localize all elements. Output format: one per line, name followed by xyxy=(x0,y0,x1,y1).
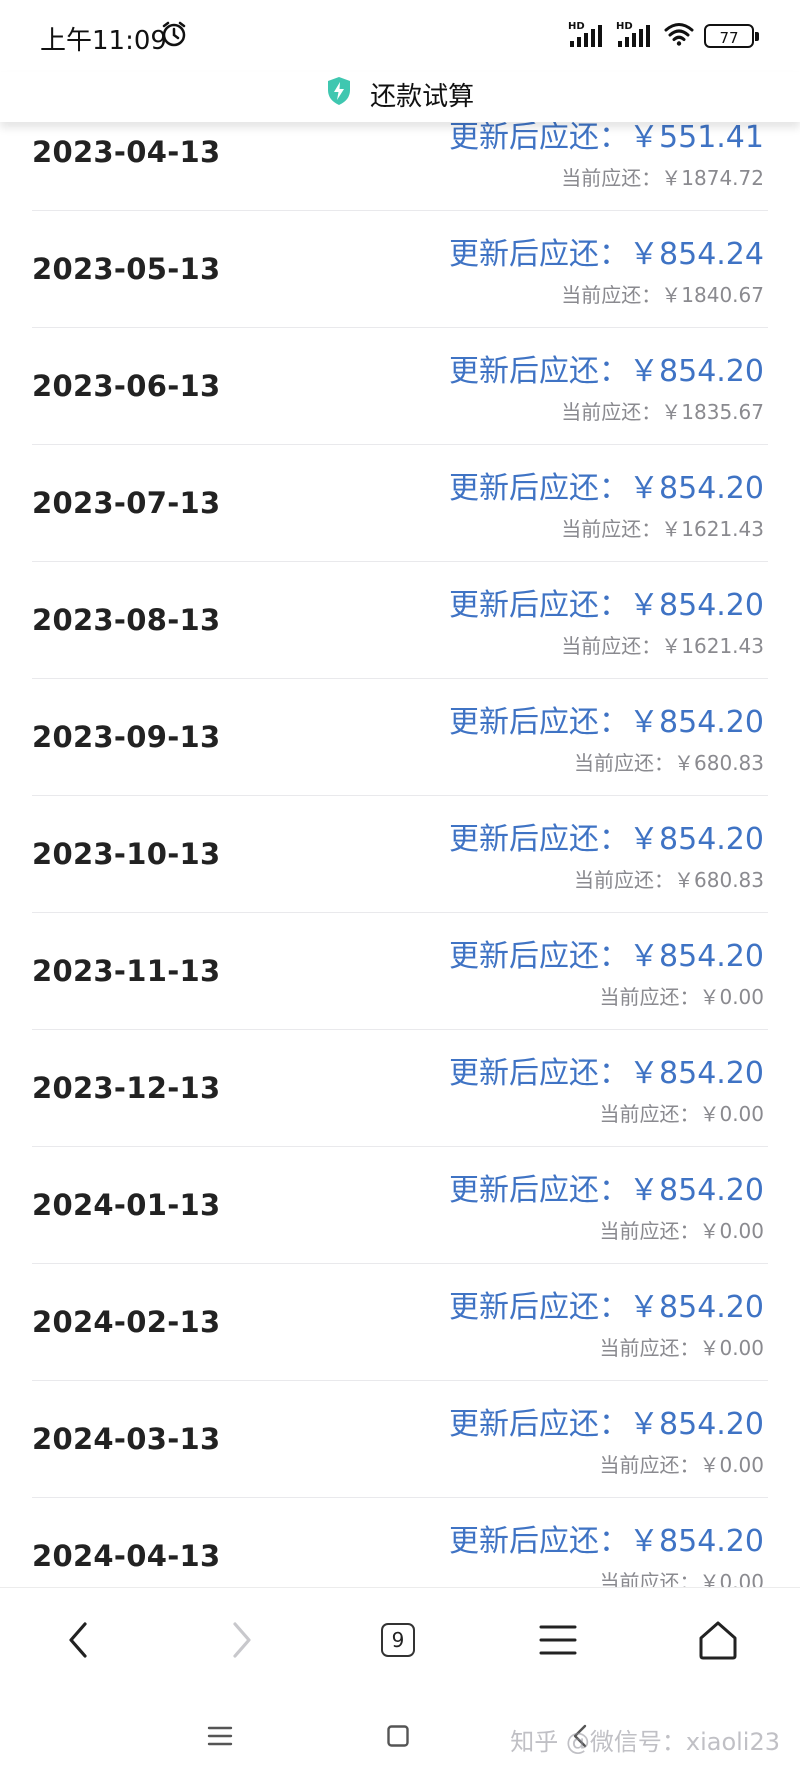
repayment-date: 2023-04-13 xyxy=(32,135,221,169)
home-button[interactable] xyxy=(688,1610,748,1670)
updated-amount: 更新后应还：￥854.20 xyxy=(449,1173,764,1208)
repayment-date: 2023-05-13 xyxy=(32,252,221,286)
battery-indicator: 77 xyxy=(704,24,759,48)
list-item: 2023-10-13 更新后应还：￥854.20 当前应还：￥680.83 xyxy=(32,796,768,913)
list-item: 2024-03-13 更新后应还：￥854.20 当前应还：￥0.00 xyxy=(32,1381,768,1498)
cellular-signal-2-icon: HD xyxy=(616,21,654,49)
repayment-date: 2023-11-13 xyxy=(32,954,221,988)
current-amount: 当前应还：￥1621.43 xyxy=(561,634,764,658)
list-item: 2023-09-13 更新后应还：￥854.20 当前应还：￥680.83 xyxy=(32,679,768,796)
repayment-date: 2023-06-13 xyxy=(32,369,221,403)
status-bar: 上午11:09 HD HD 77 xyxy=(0,0,800,72)
page-title-wrap: 还款试算 xyxy=(0,76,800,113)
list-item: 2024-04-13 更新后应还：￥854.20 当前应还：￥0.00 xyxy=(32,1498,768,1587)
back-button[interactable] xyxy=(48,1610,108,1670)
current-amount: 当前应还：￥1840.67 xyxy=(561,283,764,307)
current-amount: 当前应还：￥1621.43 xyxy=(561,517,764,541)
title-bar: 还款试算 xyxy=(0,72,800,122)
current-amount: 当前应还：￥0.00 xyxy=(599,985,764,1009)
list-item: 2023-08-13 更新后应还：￥854.20 当前应还：￥1621.43 xyxy=(32,562,768,679)
current-amount: 当前应还：￥0.00 xyxy=(599,1102,764,1126)
system-home-icon xyxy=(387,1725,409,1747)
current-amount: 当前应还：￥0.00 xyxy=(599,1336,764,1360)
wifi-icon xyxy=(664,22,694,50)
repayment-date: 2024-04-13 xyxy=(32,1539,221,1573)
list-item: 2024-02-13 更新后应还：￥854.20 当前应还：￥0.00 xyxy=(32,1264,768,1381)
shield-bolt-icon xyxy=(326,76,352,113)
current-amount: 当前应还：￥1835.67 xyxy=(561,400,764,424)
updated-amount: 更新后应还：￥854.20 xyxy=(449,1407,764,1442)
repayment-list-inner: 2023-04-13 更新后应还：￥551.41 当前应还：￥1874.72 2023… xyxy=(32,122,768,1587)
home-icon xyxy=(699,1621,737,1660)
list-item: 2023-05-13 更新后应还：￥854.24 当前应还：￥1840.67 xyxy=(32,211,768,328)
updated-amount: 更新后应还：￥854.20 xyxy=(449,354,764,389)
hamburger-menu-icon xyxy=(539,1625,577,1655)
tab-count-badge: 9 xyxy=(381,1623,415,1657)
chevron-right-icon xyxy=(233,1622,251,1658)
current-amount: 当前应还：￥0.00 xyxy=(599,1219,764,1243)
list-item: 2023-12-13 更新后应还：￥854.20 当前应还：￥0.00 xyxy=(32,1030,768,1147)
repayment-date: 2024-01-13 xyxy=(32,1188,221,1222)
updated-amount: 更新后应还：￥854.20 xyxy=(449,1290,764,1325)
list-item: 2023-04-13 更新后应还：￥551.41 当前应还：￥1874.72 xyxy=(32,122,768,211)
watermark-text: 知乎 @微信号：xiaoli23 xyxy=(510,1728,780,1756)
system-menu-button[interactable] xyxy=(200,1716,240,1756)
list-item: 2023-06-13 更新后应还：￥854.20 当前应还：￥1835.67 xyxy=(32,328,768,445)
current-amount: 当前应还：￥0.00 xyxy=(599,1453,764,1477)
chevron-left-icon xyxy=(69,1622,87,1658)
system-home-button[interactable] xyxy=(378,1716,418,1756)
repayment-date: 2023-09-13 xyxy=(32,720,221,754)
cellular-signal-1-icon: HD xyxy=(568,21,606,49)
updated-amount: 更新后应还：￥551.41 xyxy=(449,122,764,155)
updated-amount: 更新后应还：￥854.20 xyxy=(449,1056,764,1091)
list-item: 2024-01-13 更新后应还：￥854.20 当前应还：￥0.00 xyxy=(32,1147,768,1264)
browser-toolbar: 9 xyxy=(0,1587,800,1689)
updated-amount: 更新后应还：￥854.20 xyxy=(449,939,764,974)
current-amount: 当前应还：￥680.83 xyxy=(574,751,764,775)
repayment-date: 2024-02-13 xyxy=(32,1305,221,1339)
status-time: 上午11:09 xyxy=(40,26,167,56)
forward-button[interactable] xyxy=(212,1610,272,1670)
repayment-list[interactable]: 2023-04-13 更新后应还：￥551.41 当前应还：￥1874.72 2023… xyxy=(32,122,768,1587)
repayment-date: 2023-10-13 xyxy=(32,837,221,871)
repayment-date: 2024-03-13 xyxy=(32,1422,221,1456)
updated-amount: 更新后应还：￥854.24 xyxy=(449,237,764,272)
system-navigation-bar: 知乎 @微信号：xiaoli23 xyxy=(0,1688,800,1778)
updated-amount: 更新后应还：￥854.20 xyxy=(449,705,764,740)
system-menu-icon xyxy=(207,1726,233,1746)
updated-amount: 更新后应还：￥854.20 xyxy=(449,1524,764,1559)
alarm-clock-icon xyxy=(160,20,188,52)
list-item: 2023-07-13 更新后应还：￥854.20 当前应还：￥1621.43 xyxy=(32,445,768,562)
current-amount: 当前应还：￥680.83 xyxy=(574,868,764,892)
updated-amount: 更新后应还：￥854.20 xyxy=(449,471,764,506)
tabs-button[interactable]: 9 xyxy=(368,1610,428,1670)
current-amount: 当前应还：￥0.00 xyxy=(599,1570,764,1587)
repayment-date: 2023-07-13 xyxy=(32,486,221,520)
page-title: 还款试算 xyxy=(370,82,475,112)
repayment-date: 2023-08-13 xyxy=(32,603,221,637)
updated-amount: 更新后应还：￥854.20 xyxy=(449,588,764,623)
menu-button[interactable] xyxy=(528,1610,588,1670)
list-item: 2023-11-13 更新后应还：￥854.20 当前应还：￥0.00 xyxy=(32,913,768,1030)
repayment-date: 2023-12-13 xyxy=(32,1071,221,1105)
updated-amount: 更新后应还：￥854.20 xyxy=(449,822,764,857)
current-amount: 当前应还：￥1874.72 xyxy=(561,166,764,190)
status-indicators: HD HD 77 xyxy=(568,21,759,50)
